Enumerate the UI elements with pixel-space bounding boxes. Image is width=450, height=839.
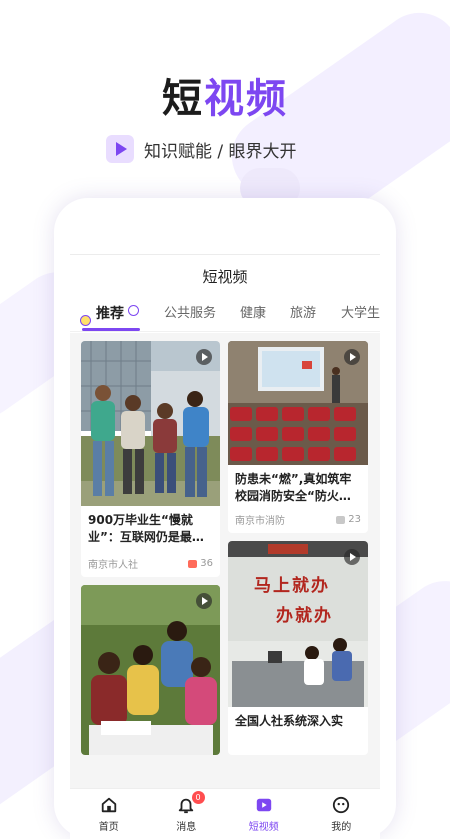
sparkle-icon <box>128 305 139 316</box>
category-tabs: 推荐 公共服务 健康 旅游 大学生 <box>70 299 380 332</box>
video-card[interactable] <box>81 585 220 755</box>
app-header-title: 短视频 <box>202 268 248 286</box>
video-card[interactable]: 马上就办 办就办 全国人社系统深入实 <box>228 541 368 755</box>
nav-profile[interactable]: 我的 <box>303 789 381 839</box>
app-screen: 短视频 推荐 公共服务 健康 旅游 大学生 900万毕业生“慢就业”：互联网仍是… <box>70 254 380 839</box>
tab-public-service[interactable]: 公共服务 <box>164 299 216 331</box>
video-source: 南京市消防 <box>235 516 285 527</box>
video-feed: 900万毕业生“慢就业”：互联网仍是最… 南京市人社 36 防患未“燃”,真如筑… <box>70 333 380 789</box>
video-thumbnail <box>81 585 220 755</box>
like-count[interactable]: 36 <box>188 556 213 571</box>
home-icon <box>101 797 116 813</box>
hero-title-part-1: 短 <box>162 75 204 122</box>
like-count-value: 23 <box>348 514 361 525</box>
video-title: 防患未“燃”,真如筑牢校园消防安全“防火… <box>235 472 352 503</box>
nav-short-video-label: 短视频 <box>248 822 279 833</box>
play-icon[interactable] <box>344 549 360 565</box>
video-title: 全国人社系统深入实 <box>235 714 344 728</box>
video-title: 900万毕业生“慢就业”：互联网仍是最… <box>88 513 204 544</box>
video-source: 南京市人社 <box>88 560 138 571</box>
bottom-navigation: 首页 0 消息 短视频 我的 <box>70 788 380 839</box>
nav-short-video[interactable]: 短视频 <box>225 789 303 839</box>
bulb-icon <box>80 315 91 326</box>
signboard-text-2: 办就办 <box>276 606 333 626</box>
tab-health[interactable]: 健康 <box>240 299 266 331</box>
video-thumbnail: 马上就办 办就办 <box>228 541 368 707</box>
message-badge: 0 <box>191 791 205 804</box>
thumbs-up-icon <box>336 515 346 524</box>
nav-home[interactable]: 首页 <box>70 789 148 839</box>
play-icon[interactable] <box>196 593 212 609</box>
active-tab-indicator <box>82 328 140 331</box>
like-count-value: 36 <box>200 558 213 569</box>
play-icon <box>106 135 134 163</box>
nav-profile-label: 我的 <box>331 822 352 833</box>
tab-college-students[interactable]: 大学生 <box>341 299 380 331</box>
face-icon <box>333 796 350 814</box>
video-meta: 南京市消防 23 <box>235 512 361 527</box>
tab-recommended[interactable]: 推荐 <box>96 299 124 331</box>
like-count[interactable]: 23 <box>336 512 361 527</box>
video-card[interactable]: 900万毕业生“慢就业”：互联网仍是最… 南京市人社 36 <box>81 341 220 577</box>
video-meta: 南京市人社 36 <box>88 556 213 571</box>
play-icon[interactable] <box>196 349 212 365</box>
study-group-thumbnail-image <box>81 585 220 755</box>
students-thumbnail-image <box>81 341 220 506</box>
play-icon[interactable] <box>344 349 360 365</box>
video-card[interactable]: 防患未“燃”,真如筑牢校园消防安全“防火… 南京市消防 23 <box>228 341 368 533</box>
hero-title: 短视频 <box>0 66 450 124</box>
video-icon <box>256 798 271 812</box>
video-thumbnail <box>228 341 368 465</box>
phone-mockup: 短视频 推荐 公共服务 健康 旅游 大学生 900万毕业生“慢就业”：互联网仍是… <box>54 198 396 839</box>
nav-messages[interactable]: 0 消息 <box>148 789 226 839</box>
signboard-text-1: 马上就办 <box>254 576 330 596</box>
hero-title-part-2: 视频 <box>204 75 288 122</box>
video-thumbnail <box>81 341 220 506</box>
thumbs-up-icon <box>188 559 198 568</box>
tagline: 知识赋能 / 眼界大开 <box>106 134 297 164</box>
tagline-text: 知识赋能 / 眼界大开 <box>144 141 297 162</box>
nav-messages-label: 消息 <box>176 822 197 833</box>
tab-travel[interactable]: 旅游 <box>290 299 316 331</box>
nav-home-label: 首页 <box>98 822 119 833</box>
